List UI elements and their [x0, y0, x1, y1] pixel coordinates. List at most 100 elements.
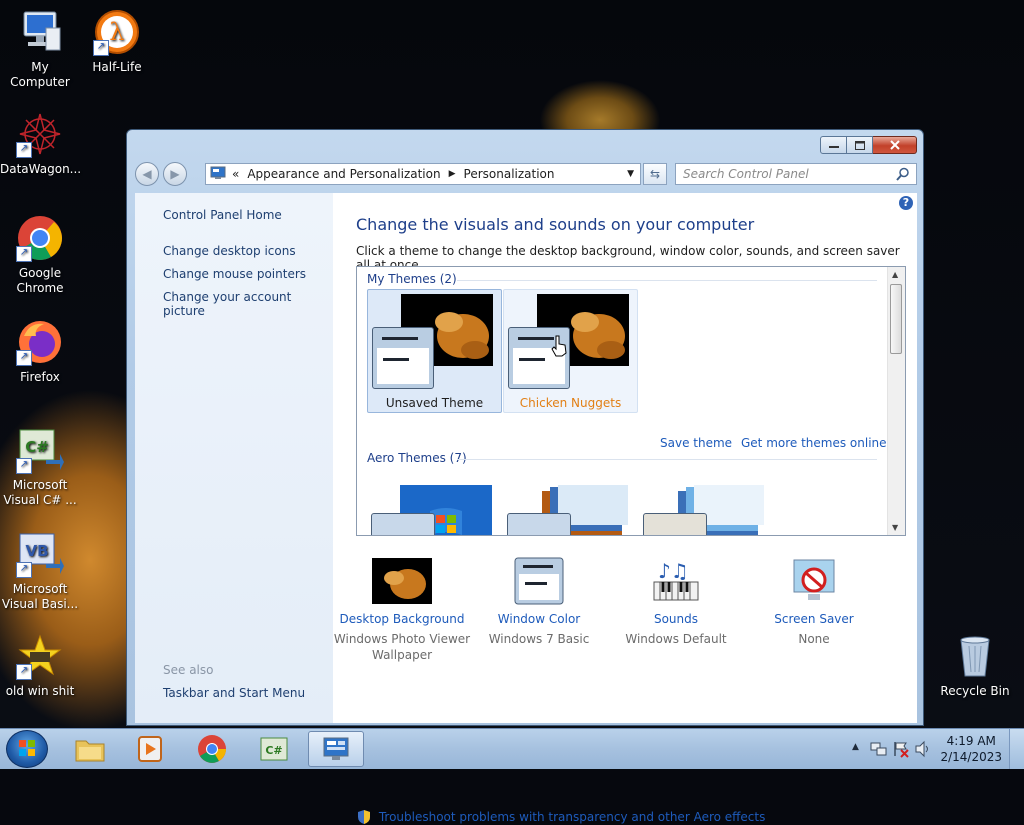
desktop-icon-google-chrome[interactable]: ↗ Google Chrome	[0, 214, 80, 296]
taskbar-control-panel-button[interactable]	[308, 731, 364, 767]
desktop-background-icon	[372, 556, 432, 606]
close-button[interactable]	[873, 136, 917, 154]
desktop-icon-firefox[interactable]: ↗ Firefox	[0, 318, 80, 385]
scroll-down-icon[interactable]: ▼	[892, 523, 898, 532]
get-more-themes-link[interactable]: Get more themes online	[741, 436, 887, 450]
minimize-button[interactable]	[820, 136, 847, 154]
close-icon	[889, 140, 900, 150]
svg-text:λ: λ	[109, 18, 124, 46]
window-color-value: Windows 7 Basic	[488, 632, 590, 646]
search-box[interactable]: Search Control Panel	[675, 163, 917, 185]
screen-saver-icon	[784, 556, 844, 606]
svg-text:C#: C#	[25, 438, 49, 456]
scroll-up-icon[interactable]: ▲	[892, 270, 898, 279]
group-divider	[457, 459, 877, 460]
desktop-background-setting[interactable]: Desktop Background Windows Photo Viewer …	[332, 556, 472, 663]
breadcrumb-separator[interactable]: «	[232, 167, 239, 181]
refresh-icon: ⇆	[649, 167, 661, 181]
desktop-icon-old-win-shit[interactable]: ↗ old win shit	[0, 632, 80, 699]
sounds-icon: ♪♫	[646, 556, 706, 606]
desktop-icon-label: My Computer	[10, 60, 70, 89]
theme-list-scrollbar[interactable]: ▲ ▼	[887, 267, 905, 535]
desktop-icon-label: Firefox	[20, 370, 60, 384]
screen-saver-value: None	[798, 632, 830, 646]
svg-text:♪♫: ♪♫	[658, 559, 689, 583]
volume-icon[interactable]	[914, 740, 932, 758]
refresh-button[interactable]: ⇆	[643, 163, 667, 185]
taskbar-clock[interactable]: 4:19 AM 2/14/2023	[940, 733, 1002, 765]
breadcrumb-personalization[interactable]: Personalization	[464, 167, 555, 181]
shield-icon	[358, 810, 370, 824]
chrome-icon: ↗	[16, 214, 64, 262]
network-icon[interactable]	[870, 740, 888, 758]
clock-date: 2/14/2023	[940, 750, 1002, 764]
control-panel-home-link[interactable]: Control Panel Home	[163, 208, 282, 222]
chrome-icon	[198, 735, 226, 763]
help-icon[interactable]: ?	[899, 196, 913, 210]
troubleshoot-link[interactable]: Troubleshoot problems with transparency …	[379, 810, 766, 824]
address-dropdown-icon[interactable]: ▼	[627, 169, 634, 179]
taskbar-and-start-menu-link[interactable]: Taskbar and Start Menu	[163, 686, 305, 700]
change-desktop-icons-link[interactable]: Change desktop icons	[163, 244, 296, 258]
desktop-icon-visual-basic[interactable]: VB ↗ Microsoft Visual Basi...	[0, 530, 80, 612]
save-theme-link[interactable]: Save theme	[660, 436, 732, 450]
visual-csharp-icon: C# ↗	[16, 426, 64, 474]
desktop-icon-label: Google Chrome	[16, 266, 64, 295]
scrollbar-thumb[interactable]	[890, 284, 902, 354]
shortcut-arrow-icon: ↗	[16, 350, 32, 366]
control-panel-icon	[210, 166, 226, 183]
desktop-icon-recycle-bin[interactable]: Recycle Bin	[935, 632, 1015, 699]
change-account-picture-link[interactable]: Change your account picture	[163, 290, 333, 318]
search-input[interactable]: Search Control Panel	[676, 167, 896, 181]
show-hidden-icons-arrow[interactable]: ▲	[852, 742, 859, 752]
sounds-value: Windows Default	[625, 632, 727, 646]
desktop-icon-datawagon[interactable]: ↗ DataWagon...	[0, 110, 82, 177]
window-color-setting[interactable]: Window Color Windows 7 Basic	[469, 556, 609, 647]
minimize-icon	[828, 146, 839, 148]
desktop-background-link[interactable]: Desktop Background	[340, 612, 465, 626]
shortcut-arrow-icon: ↗	[16, 142, 32, 158]
address-bar[interactable]: « Appearance and Personalization ▶ Perso…	[205, 163, 641, 185]
datawagon-icon: ↗	[16, 110, 64, 158]
breadcrumb-appearance-and-personalization[interactable]: Appearance and Personalization	[247, 167, 440, 181]
window-color-link[interactable]: Window Color	[498, 612, 580, 626]
desktop-icon-label: Half-Life	[92, 60, 142, 74]
search-icon[interactable]	[896, 167, 910, 181]
desktop-icon-my-computer[interactable]: My Computer	[0, 8, 80, 90]
forward-button[interactable]: ▶	[163, 162, 187, 186]
change-mouse-pointers-link[interactable]: Change mouse pointers	[163, 267, 306, 281]
desktop-icon-half-life[interactable]: λ ↗ Half-Life	[77, 8, 157, 75]
shortcut-arrow-icon: ↗	[16, 562, 32, 578]
desktop-icon-label: DataWagon...	[0, 162, 82, 176]
window-controls	[820, 136, 917, 154]
action-center-flag-icon[interactable]	[892, 740, 910, 758]
half-life-icon: λ ↗	[93, 8, 141, 56]
theme-unsaved-theme[interactable]: Unsaved Theme	[367, 289, 502, 413]
start-button[interactable]	[6, 730, 48, 768]
back-button[interactable]: ◀	[135, 162, 159, 186]
window-preview-icon	[643, 513, 707, 535]
taskbar-explorer-button[interactable]	[62, 731, 118, 767]
desktop-icon-label: Microsoft Visual C# ...	[3, 478, 77, 507]
taskbar-media-player-button[interactable]	[122, 731, 178, 767]
page-title: Change the visuals and sounds on your co…	[356, 215, 755, 234]
personalization-window: ◀ ▶ « Appearance and Personalization ▶ P…	[126, 129, 924, 824]
system-tray: ▲ 4:19 AM 2/14/2023	[834, 729, 1024, 769]
theme-chicken-nuggets[interactable]: Chicken Nuggets	[503, 289, 638, 413]
taskbar-chrome-button[interactable]	[184, 731, 240, 767]
breadcrumb-arrow-icon[interactable]: ▶	[449, 169, 456, 179]
svg-text:VB: VB	[25, 542, 48, 560]
sounds-link[interactable]: Sounds	[654, 612, 698, 626]
desktop-icon-visual-csharp[interactable]: C# ↗ Microsoft Visual C# ...	[0, 426, 80, 508]
screen-saver-link[interactable]: Screen Saver	[774, 612, 853, 626]
show-desktop-button[interactable]	[1009, 729, 1024, 769]
shortcut-arrow-icon: ↗	[93, 40, 109, 56]
folder-icon	[75, 740, 105, 762]
sounds-setting[interactable]: ♪♫ Sounds Windows Default	[606, 556, 746, 647]
window-preview-icon	[371, 513, 435, 535]
taskbar-visual-csharp-button[interactable]: C#	[246, 731, 302, 767]
maximize-button[interactable]	[847, 136, 873, 154]
computer-icon	[16, 8, 64, 56]
screen-saver-setting[interactable]: Screen Saver None	[744, 556, 884, 647]
back-arrow-icon: ◀	[142, 167, 152, 181]
